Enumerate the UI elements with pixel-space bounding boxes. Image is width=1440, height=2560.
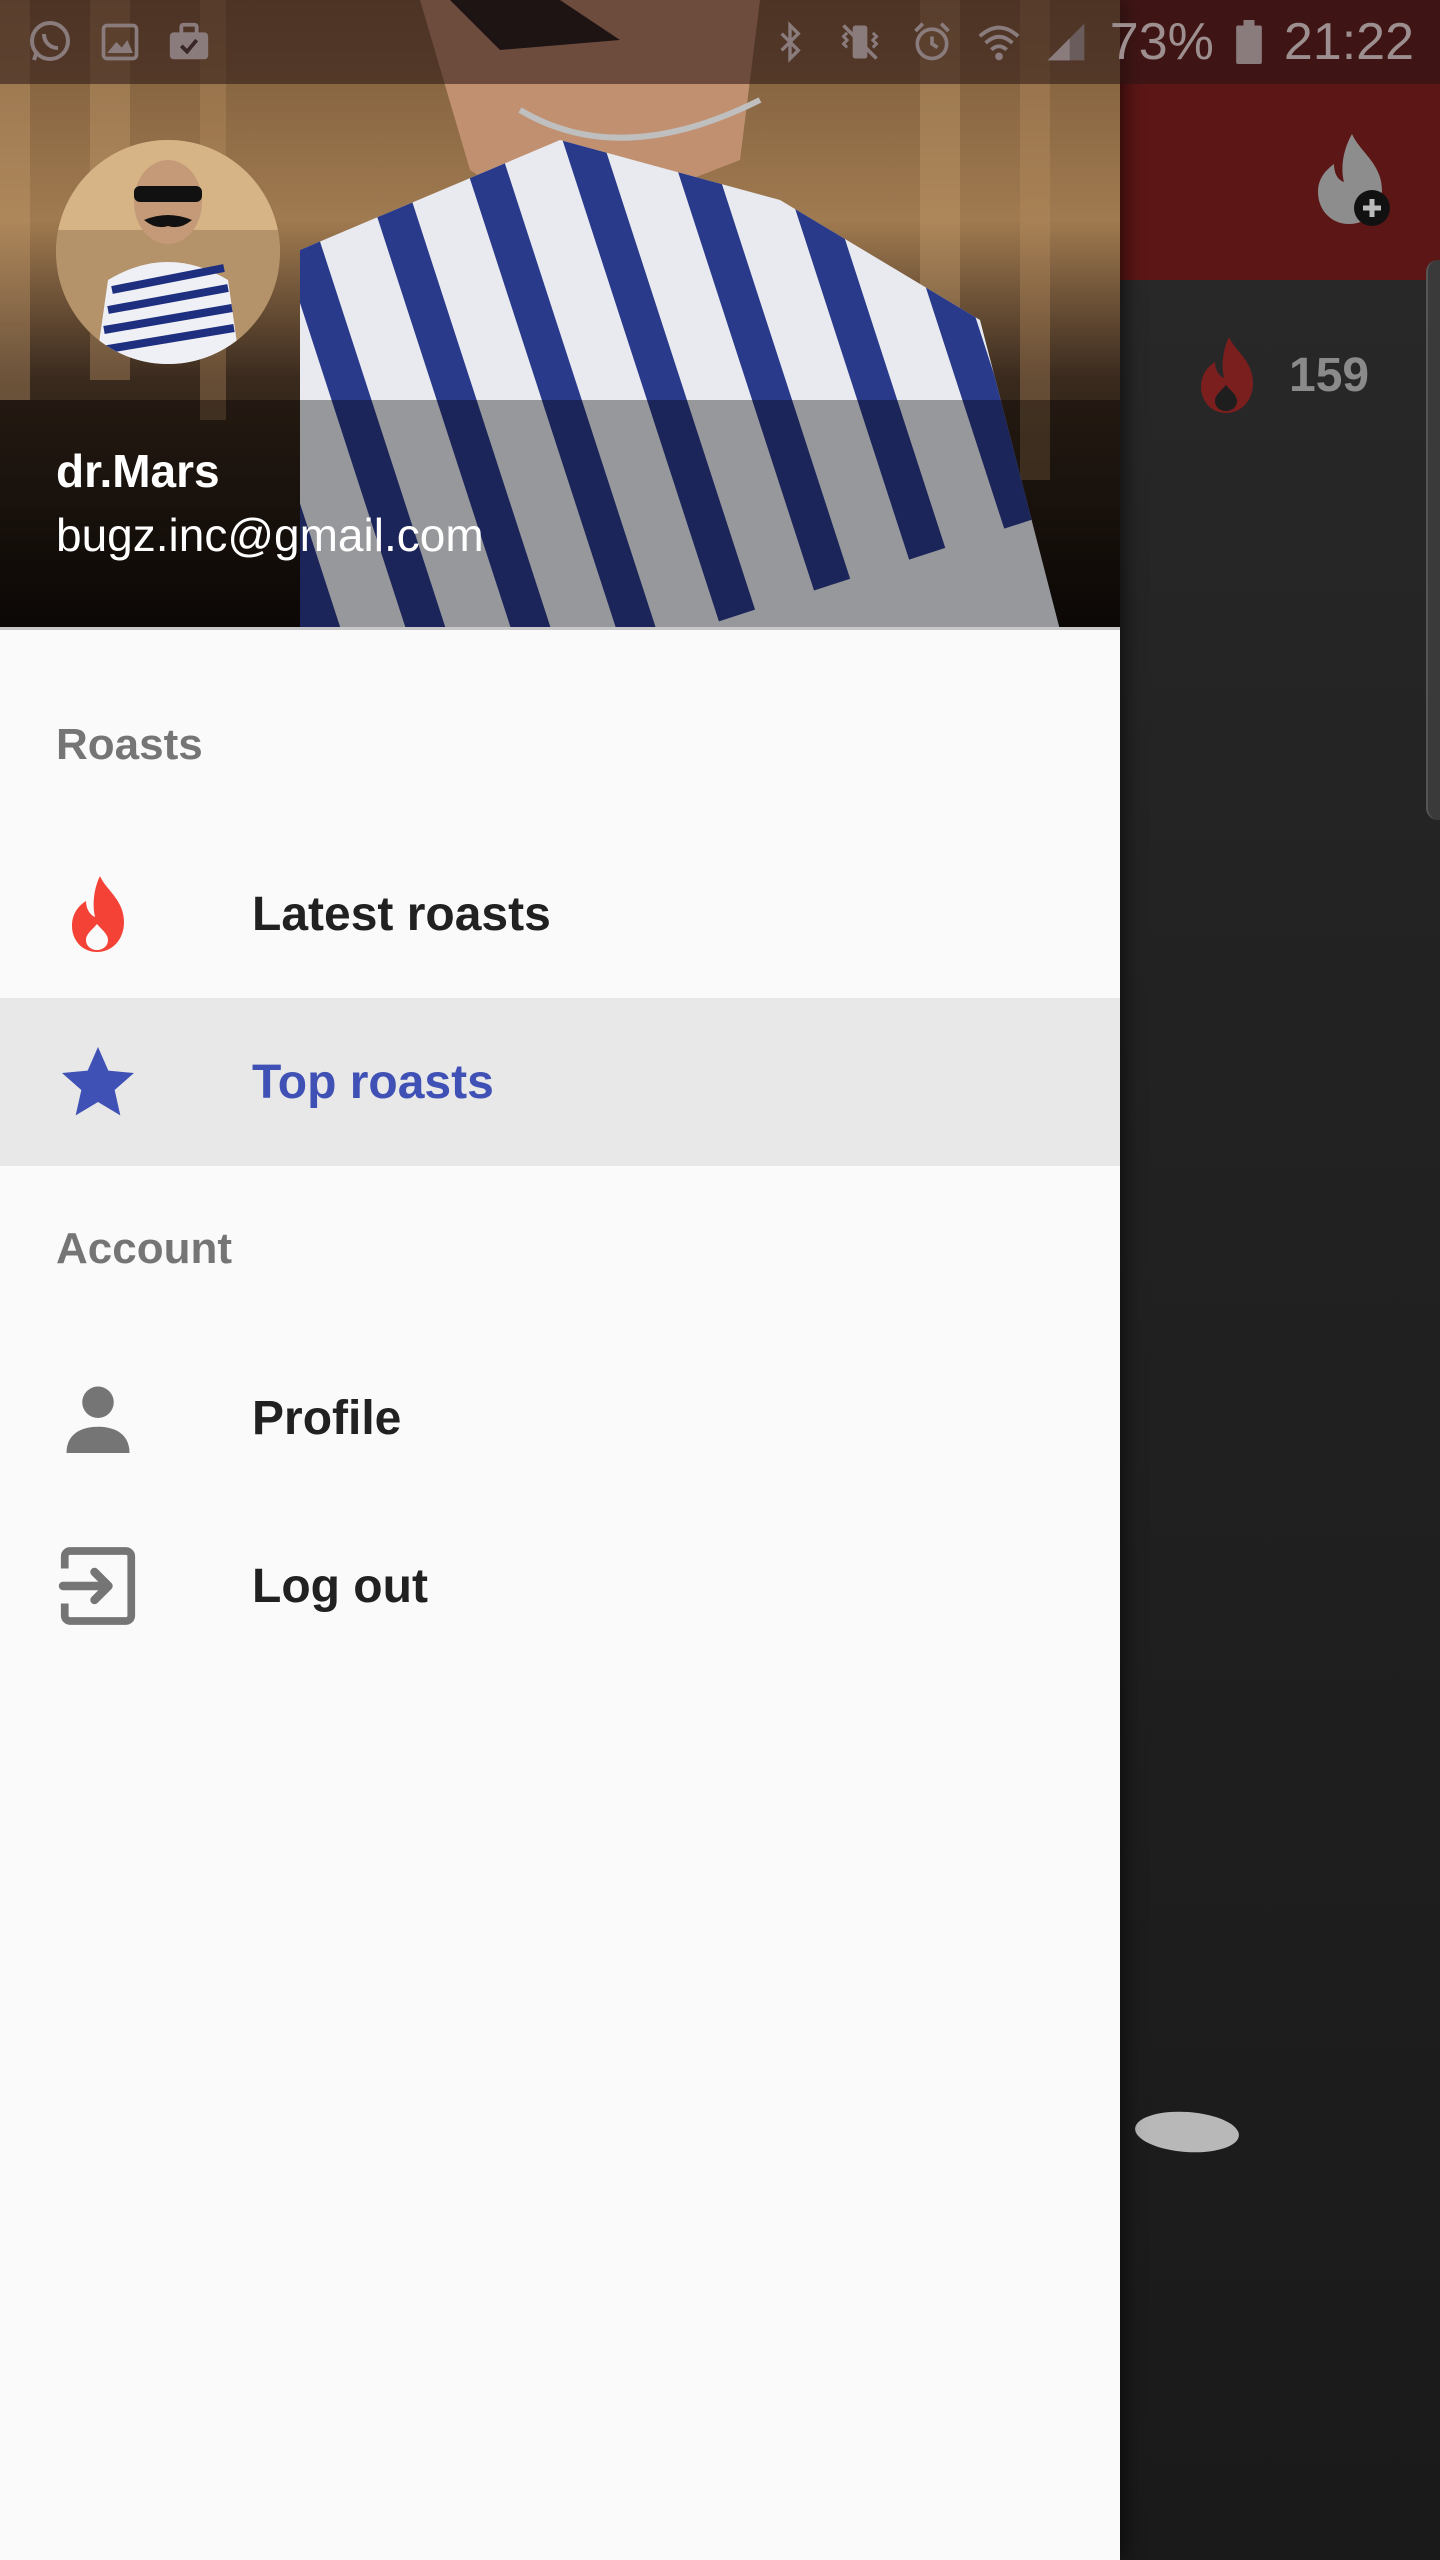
screen: 159 dr.Mars bugz.inc@gmail.com Roasts La… (0, 0, 1440, 2560)
new-roast-button[interactable] (1304, 130, 1404, 230)
post-score: 159 (1195, 335, 1369, 415)
whatsapp-icon (26, 18, 74, 66)
menu-item-latest-roasts[interactable]: Latest roasts (0, 830, 1120, 998)
post-card-edge[interactable] (1426, 260, 1440, 820)
menu-item-top-roasts[interactable]: Top roasts (0, 998, 1120, 1166)
menu-label-profile: Profile (252, 1391, 402, 1445)
header-divider (0, 627, 1120, 630)
flame-icon (56, 872, 140, 956)
vibrate-icon (832, 20, 888, 64)
flame-icon (1201, 337, 1253, 413)
navigation-drawer: dr.Mars bugz.inc@gmail.com Roasts Latest… (0, 0, 1120, 2560)
menu-item-profile[interactable]: Profile (0, 1334, 1120, 1502)
briefcase-icon (166, 19, 212, 65)
menu-label-top-roasts: Top roasts (252, 1055, 494, 1109)
user-name: dr.Mars (56, 445, 220, 497)
avatar-photo (56, 140, 280, 364)
person-icon (56, 1376, 140, 1460)
section-title-roasts: Roasts (56, 720, 203, 769)
clock: 21:22 (1283, 13, 1414, 71)
drawer-header: dr.Mars bugz.inc@gmail.com (0, 0, 1120, 630)
menu-label-latest-roasts: Latest roasts (252, 887, 551, 941)
battery-percent: 73% (1109, 13, 1214, 71)
section-title-account: Account (56, 1224, 232, 1273)
avatar[interactable] (56, 140, 280, 364)
score-value: 159 (1289, 348, 1370, 402)
signal-icon (1044, 20, 1088, 64)
flame-plus-icon (1318, 134, 1390, 226)
wifi-icon (976, 19, 1022, 65)
logout-icon (56, 1544, 140, 1628)
user-email: bugz.inc@gmail.com (56, 509, 484, 561)
alarm-icon (910, 20, 954, 64)
post-image-fragment (1133, 2108, 1241, 2156)
bluetooth-icon (770, 20, 810, 64)
gallery-icon (98, 20, 142, 64)
menu-item-log-out[interactable]: Log out (0, 1502, 1120, 1670)
star-icon (56, 1040, 140, 1124)
menu-label-log-out: Log out (252, 1559, 428, 1613)
battery-icon (1236, 20, 1262, 64)
status-bar: 73% 21:22 (0, 0, 1440, 84)
